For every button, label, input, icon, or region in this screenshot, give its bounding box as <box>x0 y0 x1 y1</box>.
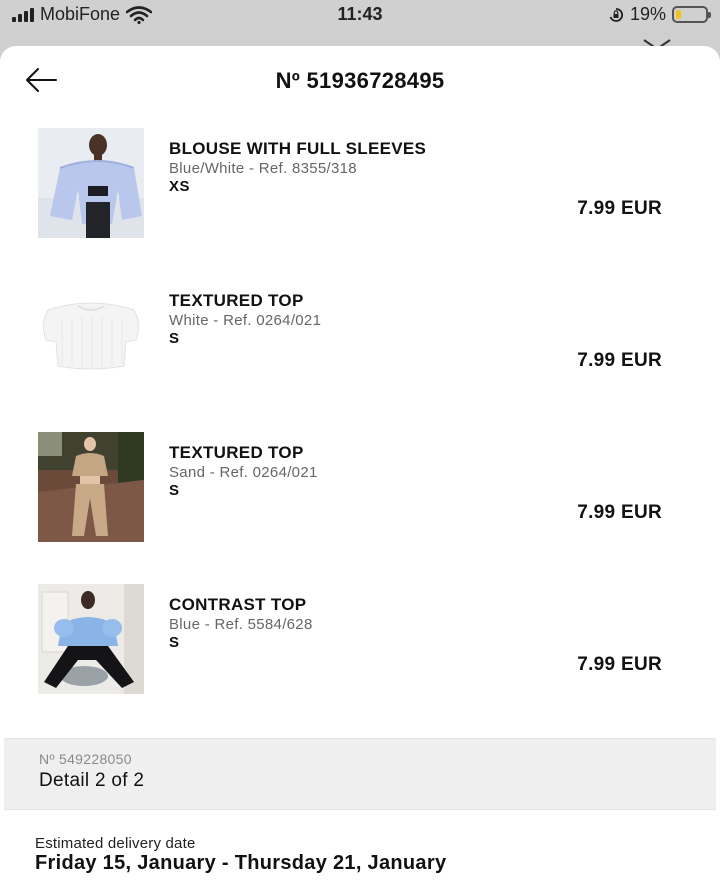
shipment-detail: Nº 549228050 Detail 2 of 2 <box>4 738 716 810</box>
order-item[interactable]: TEXTURED TOP White - Ref. 0264/021 S 7.9… <box>0 280 720 392</box>
product-size: S <box>169 482 180 499</box>
order-item[interactable]: CONTRAST TOP Blue - Ref. 5584/628 S 7.99… <box>0 584 720 696</box>
product-price: 7.99 EUR <box>577 350 662 371</box>
product-ref: White - Ref. 0264/021 <box>169 312 322 329</box>
order-header: Nº 51936728495 <box>0 46 720 118</box>
product-ref: Sand - Ref. 0264/021 <box>169 464 318 481</box>
product-price: 7.99 EUR <box>577 502 662 523</box>
delivery-date-range: Friday 15, January - Thursday 21, Januar… <box>35 852 447 874</box>
order-item[interactable]: BLOUSE WITH FULL SLEEVES Blue/White - Re… <box>0 128 720 240</box>
carrier-name: MobiFone <box>40 4 121 24</box>
product-name: TEXTURED TOP <box>169 443 304 462</box>
status-bar: MobiFone 11:43 19% <box>0 0 720 30</box>
detail-number: Nº 549228050 <box>39 751 132 767</box>
product-size: S <box>169 330 180 347</box>
order-sheet: Nº 51936728495 BLOUSE WITH FULL SLEEVES … <box>0 46 720 889</box>
product-price: 7.99 EUR <box>577 654 662 675</box>
status-left: MobiFone <box>12 4 153 25</box>
order-number-title: Nº 51936728495 <box>275 68 445 93</box>
product-name: TEXTURED TOP <box>169 291 304 310</box>
order-item[interactable]: TEXTURED TOP Sand - Ref. 0264/021 S 7.99… <box>0 432 720 544</box>
signal-icon <box>12 7 34 22</box>
battery-level <box>676 10 681 19</box>
product-ref: Blue/White - Ref. 8355/318 <box>169 160 357 177</box>
orientation-lock-icon <box>609 7 623 22</box>
battery-icon <box>672 6 711 23</box>
wifi-icon <box>126 5 153 24</box>
product-image[interactable] <box>38 128 144 238</box>
product-price: 7.99 EUR <box>577 198 662 219</box>
product-size: S <box>169 634 180 651</box>
product-size: XS <box>169 178 191 195</box>
product-image[interactable] <box>38 280 144 390</box>
delivery-label: Estimated delivery date <box>35 835 196 852</box>
product-image[interactable] <box>38 432 144 542</box>
product-name: CONTRAST TOP <box>169 595 307 614</box>
status-right: 19% <box>608 4 711 25</box>
product-name: BLOUSE WITH FULL SLEEVES <box>169 139 427 158</box>
product-image[interactable] <box>38 584 144 694</box>
battery-percent: 19% <box>629 4 666 24</box>
detail-count: Detail 2 of 2 <box>39 770 145 791</box>
product-ref: Blue - Ref. 5584/628 <box>169 616 313 633</box>
